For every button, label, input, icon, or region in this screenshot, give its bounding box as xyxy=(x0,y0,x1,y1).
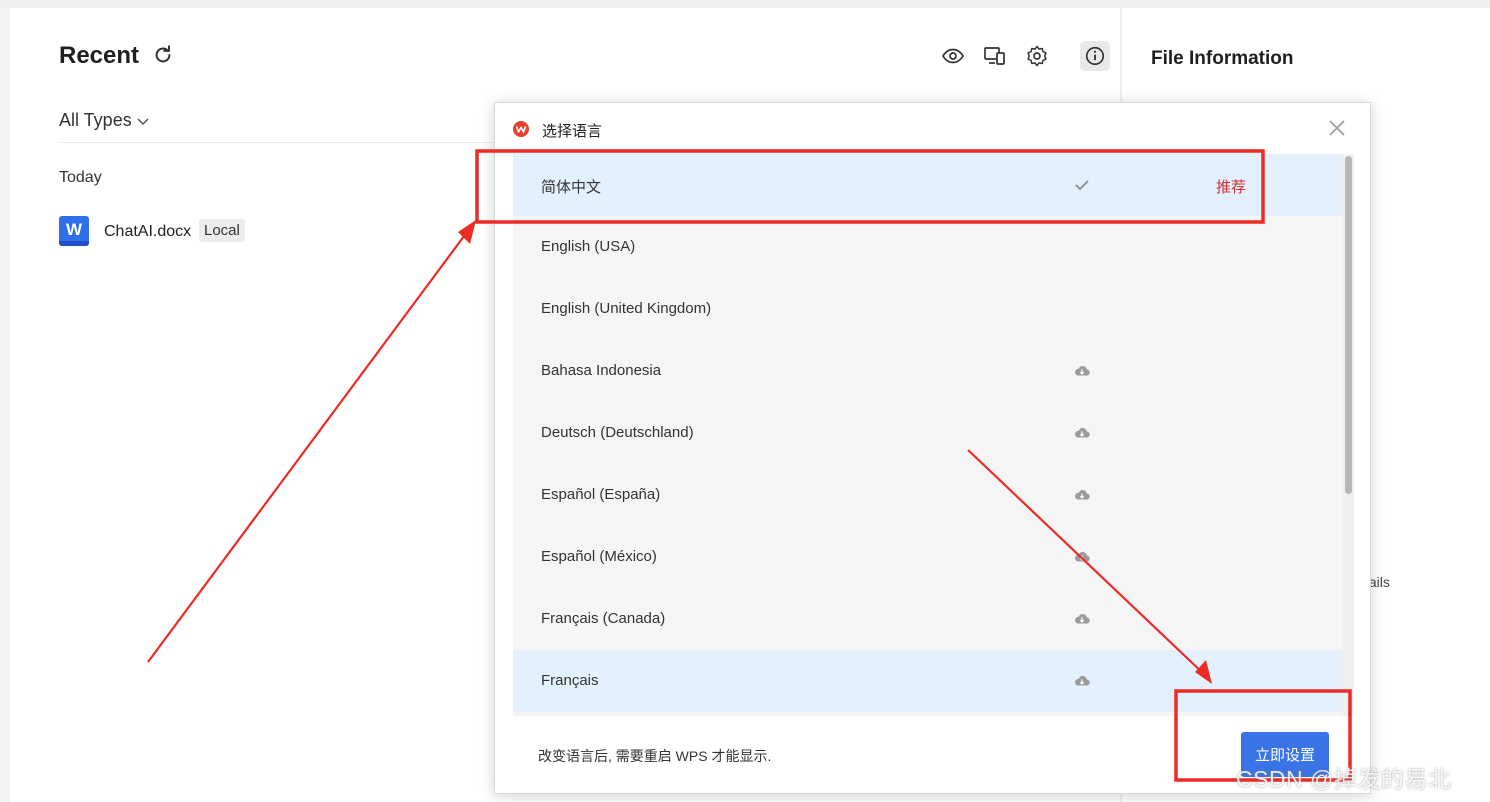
language-name: Deutsch (Deutschland) xyxy=(541,424,694,441)
word-doc-icon: W xyxy=(59,216,89,246)
language-list: 简体中文 推荐 English (USA) English (United Kingd… xyxy=(513,154,1354,716)
cloud-download-icon xyxy=(1075,428,1090,438)
language-option[interactable]: English (USA) xyxy=(513,216,1343,278)
chevron-down-icon[interactable] xyxy=(136,114,150,128)
wps-logo-icon xyxy=(513,121,529,137)
info-button[interactable] xyxy=(1080,41,1110,71)
local-badge: Local xyxy=(199,219,245,242)
language-name: English (USA) xyxy=(541,238,636,255)
language-name: Français xyxy=(541,672,599,689)
eye-icon[interactable] xyxy=(941,44,965,68)
language-name: Bahasa Indonesia xyxy=(541,362,662,379)
language-name: Français (Canada) xyxy=(541,610,666,627)
language-option[interactable]: Français (Canada) xyxy=(513,588,1343,650)
type-filter-dropdown[interactable]: All Types xyxy=(59,110,132,131)
page-title: Recent xyxy=(59,42,140,69)
language-option[interactable]: 简体中文 推荐 xyxy=(513,154,1343,216)
language-option[interactable]: Bahasa Indonesia xyxy=(513,340,1343,402)
file-row[interactable]: W ChatAI.docx Local xyxy=(59,216,359,248)
window-top-strip xyxy=(0,0,1490,8)
cloud-download-icon xyxy=(1075,552,1090,562)
recommend-label: 推荐 xyxy=(1216,179,1247,196)
file-info-title: File Information xyxy=(1151,48,1294,69)
info-icon xyxy=(1085,46,1105,66)
language-option[interactable]: Español (España) xyxy=(513,464,1343,526)
devices-icon[interactable] xyxy=(983,44,1007,68)
dialog-title: 选择语言 xyxy=(542,123,603,140)
cloud-download-icon xyxy=(1075,366,1090,376)
language-option[interactable]: Français xyxy=(513,650,1343,712)
language-name: Español (México) xyxy=(541,548,657,565)
language-option[interactable]: Deutsch (Deutschland) xyxy=(513,402,1343,464)
close-icon[interactable] xyxy=(1327,118,1347,138)
cloud-download-icon xyxy=(1075,490,1090,500)
cloud-download-icon xyxy=(1075,676,1090,686)
cloud-download-icon xyxy=(1075,614,1090,624)
gear-icon[interactable] xyxy=(1025,44,1049,68)
scrollbar-thumb[interactable] xyxy=(1345,156,1352,494)
language-name: Español (España) xyxy=(541,486,661,503)
refresh-icon[interactable] xyxy=(152,44,174,66)
check-icon xyxy=(1075,180,1089,191)
language-dialog: 选择语言 简体中文 推荐 English (USA) English (United … xyxy=(494,102,1371,794)
watermark: CSDN @掉发的易北 xyxy=(1236,766,1452,792)
language-option[interactable]: English (United Kingdom) xyxy=(513,278,1343,340)
group-label-today: Today xyxy=(59,169,102,186)
language-option[interactable]: Español (México) xyxy=(513,526,1343,588)
restart-note: 改变语言后, 需要重启 WPS 才能显示. xyxy=(538,748,772,764)
language-name: English (United Kingdom) xyxy=(541,300,712,317)
file-name: ChatAI.docx xyxy=(104,223,192,240)
language-name: 简体中文 xyxy=(541,179,602,196)
